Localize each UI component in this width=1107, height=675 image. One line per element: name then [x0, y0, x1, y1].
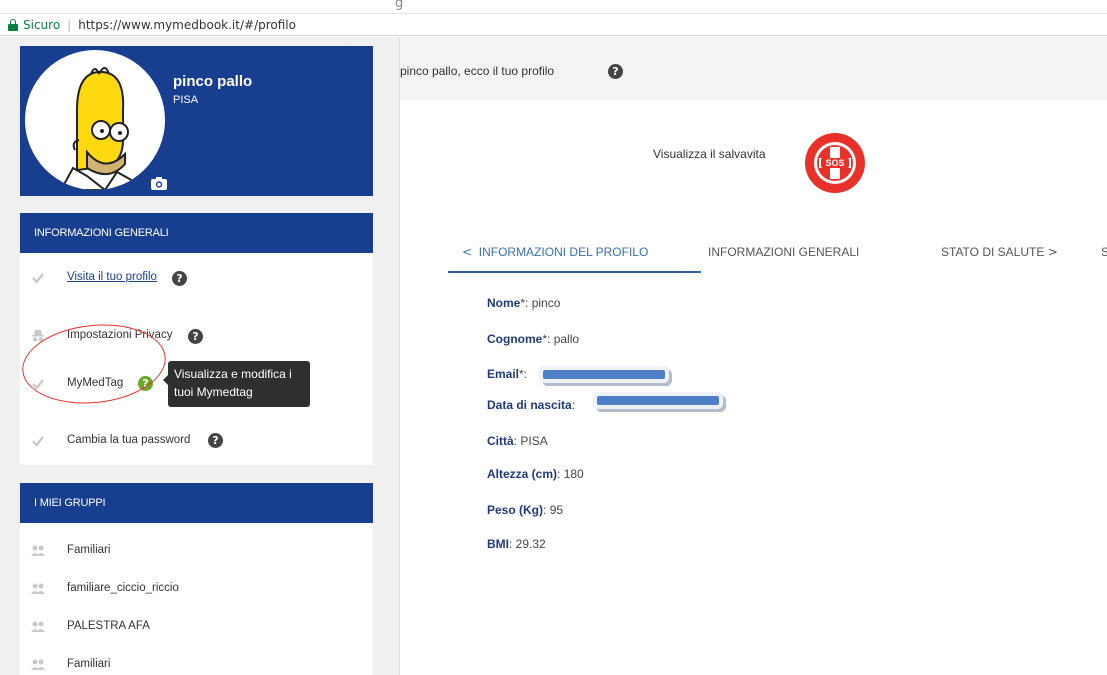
field-altezza: Altezza (cm): 180: [487, 467, 584, 481]
sidebar: pinco pallo PISA INFORMAZIONI GENERALI V…: [0, 37, 400, 675]
groups-panel: I MIEI GRUPPI Familiari familiare_ciccio…: [20, 483, 373, 675]
groups-panel-header: I MIEI GRUPPI: [20, 483, 373, 523]
users-icon: [31, 583, 45, 594]
profile-tabs: < INFORMAZIONI DEL PROFILO INFORMAZIONI …: [448, 231, 1107, 273]
tab-prev-arrow[interactable]: <: [462, 245, 472, 259]
privacy-link[interactable]: Impostazioni Privacy: [67, 329, 172, 341]
redacted-birthdate: [597, 396, 719, 405]
secure-label: Sicuro: [23, 17, 61, 32]
tab-general-info[interactable]: INFORMAZIONI GENERALI: [708, 245, 859, 259]
address-separator: |: [67, 17, 72, 32]
group-item[interactable]: Familiari: [20, 655, 373, 675]
tab-label: INFORMAZIONI DEL PROFILO: [478, 245, 649, 259]
tab-health-status[interactable]: STATO DI SALUTE >: [941, 245, 1058, 259]
help-icon[interactable]: ?: [138, 376, 153, 391]
active-tab-underline: [448, 271, 701, 273]
tab-label: STATO DI SALUTE: [941, 245, 1045, 259]
main-content: pinco pallo, ecco il tuo profilo ? Visua…: [400, 37, 1107, 675]
users-icon: [31, 621, 45, 632]
address-bar[interactable]: Sicuro | https://www.mymedbook.it/#/prof…: [0, 13, 1107, 36]
group-item[interactable]: Familiari: [20, 541, 373, 561]
help-icon[interactable]: ?: [188, 329, 203, 344]
redacted-email: [543, 370, 665, 379]
tab-profile-info[interactable]: < INFORMAZIONI DEL PROFILO: [462, 245, 648, 259]
help-icon[interactable]: ?: [172, 271, 187, 286]
field-email: Email*:: [487, 367, 528, 381]
avatar[interactable]: [25, 50, 165, 190]
info-panel: INFORMAZIONI GENERALI Visita il tuo prof…: [20, 213, 373, 465]
users-icon: [31, 545, 45, 556]
check-icon: [32, 273, 44, 284]
tab-next-arrow[interactable]: >: [1048, 245, 1058, 259]
profile-name: pinco pallo: [173, 73, 253, 90]
address-url[interactable]: https://www.mymedbook.it/#/profilo: [78, 18, 296, 32]
field-citta: Città: PISA: [487, 434, 548, 448]
lock-icon: [8, 18, 18, 31]
homer-avatar-icon: [59, 67, 139, 190]
sidebar-item-privacy[interactable]: Impostazioni Privacy ?: [20, 326, 373, 346]
tab-label: S: [1101, 245, 1107, 259]
group-item[interactable]: familiare_ciccio_riccio: [20, 579, 373, 599]
mymedtag-link[interactable]: MyMedTag: [67, 377, 123, 389]
mymedtag-tooltip: Visualizza e modifica i tuoi Mymedtag: [163, 361, 310, 407]
group-item[interactable]: PALESTRA AFA: [20, 617, 373, 637]
main-header: pinco pallo, ecco il tuo profilo ?: [400, 37, 1107, 100]
incognito-icon: [32, 330, 44, 342]
help-icon[interactable]: ?: [208, 433, 223, 448]
top-strip: g: [0, 0, 1107, 13]
check-icon: [32, 379, 44, 390]
sos-badge-text: SOS: [825, 158, 844, 168]
tab-label: INFORMAZIONI GENERALI: [708, 245, 860, 259]
tab-cropped[interactable]: S: [1101, 245, 1107, 259]
sos-label[interactable]: Visualizza il salvavita: [653, 147, 766, 161]
group-label[interactable]: PALESTRA AFA: [67, 620, 150, 632]
cropped-text: g: [395, 0, 404, 11]
field-bmi: BMI: 29.32: [487, 537, 546, 551]
group-label[interactable]: familiare_ciccio_riccio: [67, 582, 179, 594]
page-title: pinco pallo, ecco il tuo profilo: [400, 64, 555, 78]
profile-city: PISA: [173, 94, 199, 106]
field-birthdate: Data di nascita:: [487, 398, 576, 412]
sidebar-item-visit-profile[interactable]: Visita il tuo profilo ?: [20, 268, 373, 288]
help-icon[interactable]: ?: [608, 64, 623, 79]
field-nome: Nome*: pinco: [487, 296, 561, 310]
change-password-link[interactable]: Cambia la tua password: [67, 434, 190, 446]
users-icon: [31, 659, 45, 670]
sidebar-item-change-password[interactable]: Cambia la tua password ?: [20, 431, 373, 451]
check-icon: [32, 436, 44, 447]
camera-icon[interactable]: [151, 177, 167, 190]
field-peso: Peso (Kg): 95: [487, 503, 564, 517]
profile-card: pinco pallo PISA: [20, 46, 373, 196]
sos-badge-icon[interactable]: SOS: [803, 131, 867, 195]
group-label[interactable]: Familiari: [67, 658, 110, 670]
visit-profile-link[interactable]: Visita il tuo profilo: [67, 271, 157, 283]
info-panel-header: INFORMAZIONI GENERALI: [20, 213, 373, 253]
field-cognome: Cognome*: pallo: [487, 332, 580, 346]
group-label[interactable]: Familiari: [67, 544, 110, 556]
